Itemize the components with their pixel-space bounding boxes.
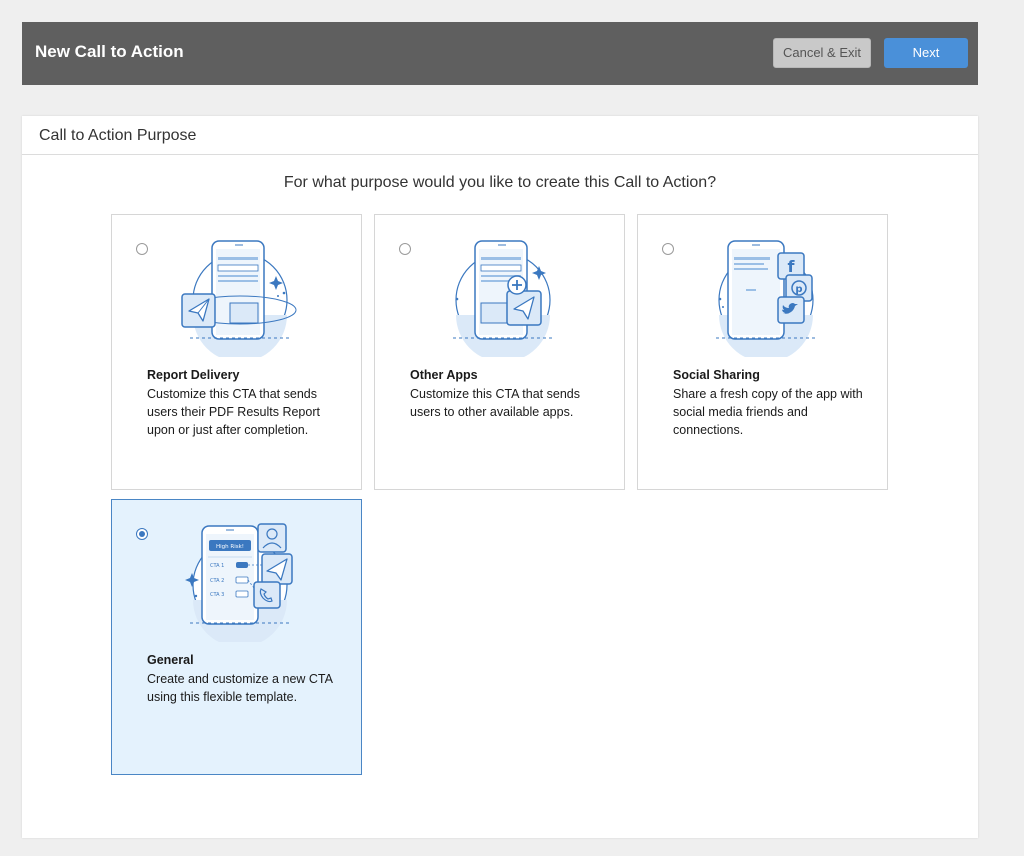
- option-card-general[interactable]: High Risk! CTA 1 CTA 2 CTA 3 General Cre…: [111, 499, 362, 775]
- radio-report-delivery[interactable]: [136, 243, 148, 255]
- option-description: Create and customize a new CTA using thi…: [147, 672, 333, 704]
- panel-header: Call to Action Purpose: [22, 116, 978, 155]
- top-bar: New Call to Action Cancel & Exit Next: [22, 22, 978, 85]
- option-description: Customize this CTA that sends users to o…: [410, 387, 580, 419]
- phone-social-icons-illustration-icon: f p: [716, 240, 816, 357]
- option-title: General: [147, 653, 194, 667]
- phone-plus-send-illustration-icon: [453, 240, 553, 357]
- cancel-exit-button[interactable]: Cancel & Exit: [773, 38, 871, 68]
- option-card-social-sharing[interactable]: f p Social Sharing Share a fresh copy of…: [637, 214, 888, 490]
- svg-text:f: f: [788, 257, 796, 276]
- cta-2-label: CTA 2: [210, 578, 224, 584]
- radio-other-apps[interactable]: [399, 243, 411, 255]
- option-card-other-apps[interactable]: Other Apps Customize this CTA that sends…: [374, 214, 625, 490]
- option-title: Other Apps: [410, 368, 478, 382]
- purpose-panel: Call to Action Purpose For what purpose …: [22, 116, 978, 838]
- page-title: New Call to Action: [35, 42, 184, 61]
- radio-social-sharing[interactable]: [662, 243, 674, 255]
- option-card-report-delivery[interactable]: Report Delivery Customize this CTA that …: [111, 214, 362, 490]
- option-description: Share a fresh copy of the app with socia…: [673, 387, 863, 437]
- panel-title: Call to Action Purpose: [39, 127, 197, 144]
- radio-general[interactable]: [136, 528, 148, 540]
- svg-text:p: p: [795, 284, 802, 295]
- paper-plane-phone-illustration-icon: [181, 240, 297, 357]
- cta-1-label: CTA 1: [210, 563, 224, 569]
- next-button[interactable]: Next: [884, 38, 968, 68]
- high-risk-badge: High Risk!: [216, 544, 244, 550]
- cta-3-label: CTA 3: [210, 592, 224, 598]
- option-description: Customize this CTA that sends users thei…: [147, 387, 320, 437]
- option-title: Report Delivery: [147, 368, 240, 382]
- phone-cta-list-illustration-icon: High Risk! CTA 1 CTA 2 CTA 3: [185, 523, 293, 642]
- purpose-question: For what purpose would you like to creat…: [283, 174, 717, 191]
- option-title: Social Sharing: [673, 368, 760, 382]
